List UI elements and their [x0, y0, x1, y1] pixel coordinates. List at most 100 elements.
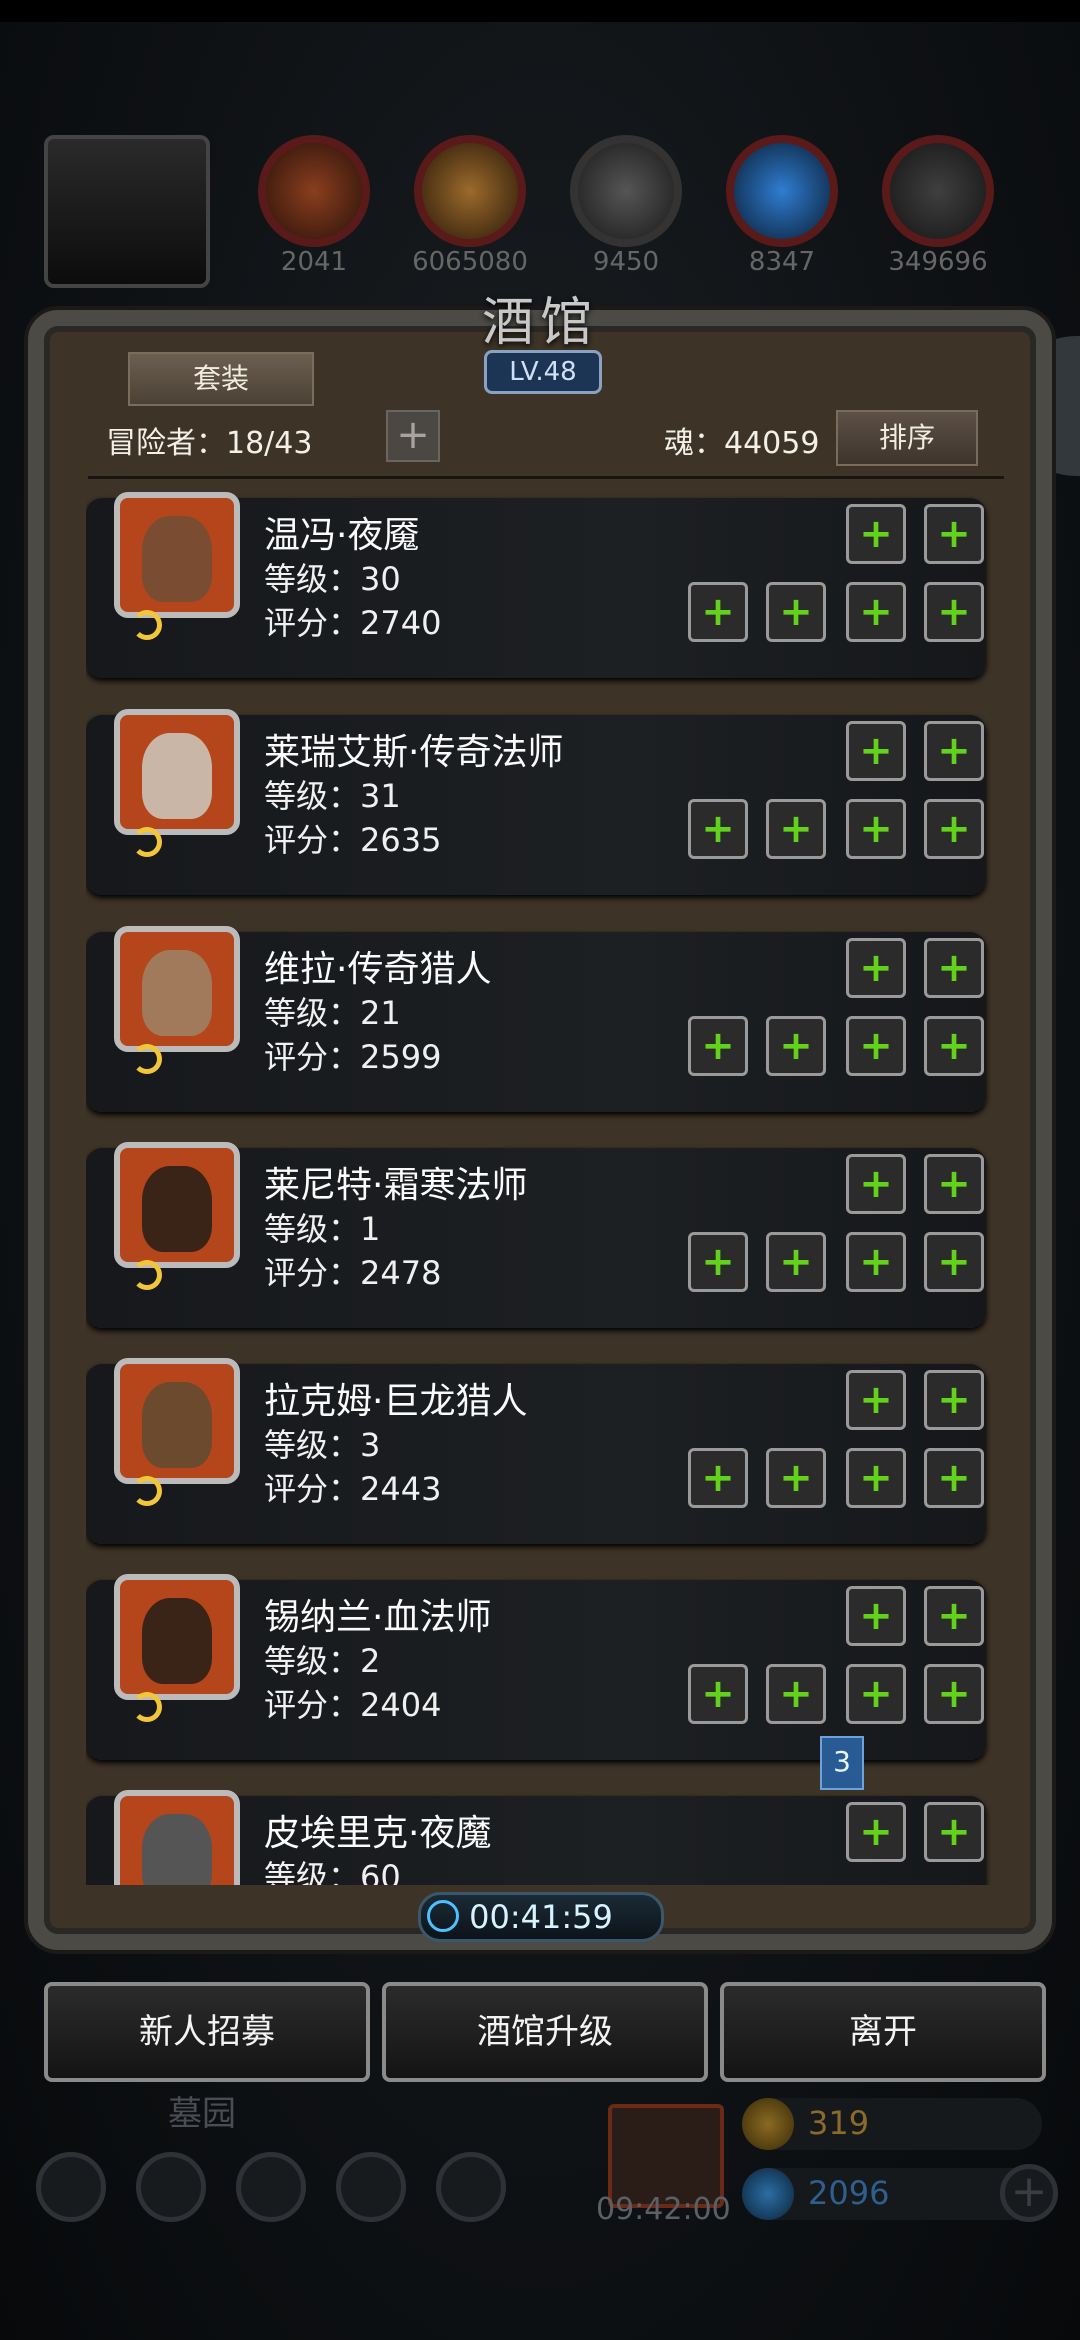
hero-card[interactable]: 莱瑞艾斯·传奇法师 等级：31 评分：2635 + + + + + + — [86, 709, 986, 895]
armor-slot-icon[interactable]: + — [846, 504, 906, 564]
gem-pill: 2096 — [742, 2168, 1042, 2220]
hero-level: 等级：1 — [264, 1210, 381, 1248]
armor-slot-icon[interactable]: + — [924, 721, 984, 781]
armor-slot-icon[interactable]: + — [846, 721, 906, 781]
moon-rank-icon — [132, 1260, 162, 1290]
ring-slot-icon[interactable]: + — [924, 582, 984, 642]
armor-slot-icon[interactable]: + — [924, 1370, 984, 1430]
gem-amount: 2096 — [808, 2174, 890, 2212]
clock-icon — [427, 1900, 459, 1932]
equipment-set-tab[interactable]: 套装 — [128, 352, 314, 406]
crystal-resource-icon — [726, 135, 838, 247]
hero-name: 锡纳兰·血法师 — [264, 1597, 492, 1638]
gift-timer: 09:42:00 — [596, 2192, 731, 2227]
chest-slot-icon[interactable]: + — [766, 1664, 826, 1724]
armor-slot-icon[interactable]: + — [846, 1154, 906, 1214]
hero-list[interactable]: 温冯·夜魇 等级：30 评分：2740 + + + + + + 莱瑞艾斯·传奇法… — [86, 490, 1014, 1885]
hero-avatar[interactable] — [114, 1574, 240, 1700]
quest-icon[interactable] — [136, 2152, 206, 2222]
chest-slot-icon[interactable]: + — [766, 582, 826, 642]
hero-card[interactable]: 拉克姆·巨龙猎人 等级：3 评分：2443 + + + + + + — [86, 1358, 986, 1544]
ring-slot-icon[interactable]: + — [846, 799, 906, 859]
ring-slot-icon[interactable]: + — [846, 1664, 906, 1724]
ring-slot-icon[interactable]: + — [846, 1232, 906, 1292]
hero-card[interactable]: 温冯·夜魇 等级：30 评分：2740 + + + + + + — [86, 492, 986, 678]
ring-slot-icon[interactable]: + — [924, 799, 984, 859]
hero-card[interactable]: 莱尼特·霜寒法师 等级：1 评分：2478 + + + + + + — [86, 1142, 986, 1328]
castle-icon[interactable] — [236, 2152, 306, 2222]
ring-slot-icon[interactable]: + — [924, 1232, 984, 1292]
gem-icon — [742, 2168, 794, 2220]
hero-score: 评分：2635 — [264, 821, 442, 859]
armor-slot-icon[interactable]: + — [924, 938, 984, 998]
hero-score: 评分：2443 — [264, 1470, 442, 1508]
leave-button[interactable]: 离开 — [720, 1982, 1046, 2082]
armor-slot-icon[interactable]: + — [924, 1586, 984, 1646]
hero-avatar[interactable] — [114, 709, 240, 835]
tavern-panel: 酒馆 LV.48 套装 冒险者：18/43 + 魂：44059 排序 温冯·夜魇… — [28, 280, 1052, 1950]
armor-slot-icon[interactable]: + — [924, 1154, 984, 1214]
hero-avatar[interactable] — [114, 1142, 240, 1268]
header-divider — [88, 476, 1004, 479]
hero-name: 温冯·夜魇 — [264, 515, 420, 556]
chest-slot-icon[interactable]: + — [766, 1448, 826, 1508]
chest-slot-icon[interactable]: + — [766, 1016, 826, 1076]
hero-level: 等级：30 — [264, 560, 401, 598]
chest-slot-icon[interactable]: + — [766, 1232, 826, 1292]
player-portrait[interactable] — [44, 135, 210, 288]
hero-score: 评分：2740 — [264, 604, 442, 642]
hero-card[interactable]: 锡纳兰·血法师 等级：2 评分：2404 + + + + + + — [86, 1574, 986, 1760]
weapon-slot-icon[interactable]: + — [688, 1448, 748, 1508]
upgrade-tavern-button[interactable]: 酒馆升级 — [382, 1982, 708, 2082]
add-adventurer-slot-button[interactable]: + — [386, 410, 440, 462]
moon-rank-icon — [132, 1692, 162, 1722]
hero-card[interactable]: 皮埃里克·夜魔 等级：60 + + — [86, 1790, 986, 1885]
hero-avatar[interactable] — [114, 1790, 240, 1885]
meat-resource-count: 2041 — [280, 247, 348, 277]
add-currency-icon[interactable]: + — [1000, 2164, 1058, 2222]
ring-slot-icon[interactable]: + — [924, 1016, 984, 1076]
meat-resource-icon — [258, 135, 370, 247]
hero-level: 等级：3 — [264, 1426, 381, 1464]
hero-score: 评分：2599 — [264, 1038, 442, 1076]
hero-name: 维拉·传奇猎人 — [264, 949, 492, 990]
hero-score: 评分：2404 — [264, 1686, 442, 1724]
hero-level: 等级：60 — [264, 1858, 401, 1885]
ring-slot-icon[interactable]: + — [846, 1016, 906, 1076]
settings-icon[interactable] — [36, 2152, 106, 2222]
hero-name: 莱瑞艾斯·传奇法师 — [264, 732, 564, 773]
iron-resource-count: 9450 — [592, 247, 660, 277]
weapon-slot-icon[interactable]: + — [688, 1664, 748, 1724]
hero-level: 等级：31 — [264, 777, 401, 815]
chest-slot-icon[interactable]: + — [766, 799, 826, 859]
hero-card[interactable]: 维拉·传奇猎人 等级：21 评分：2599 + + + + + + — [86, 926, 986, 1112]
hero-level: 等级：21 — [264, 994, 401, 1032]
weapon-slot-icon[interactable]: + — [688, 1232, 748, 1292]
mail-icon[interactable] — [336, 2152, 406, 2222]
hero-avatar[interactable] — [114, 1358, 240, 1484]
ring-slot-icon[interactable]: + — [924, 1664, 984, 1724]
hero-name: 拉克姆·巨龙猎人 — [264, 1381, 528, 1422]
weapon-slot-icon[interactable]: + — [688, 1016, 748, 1076]
armor-slot-icon[interactable]: + — [846, 1802, 906, 1862]
shop-icon[interactable] — [436, 2152, 506, 2222]
weapon-slot-icon[interactable]: + — [688, 582, 748, 642]
armor-slot-icon[interactable]: + — [846, 1370, 906, 1430]
moon-rank-icon — [132, 1476, 162, 1506]
recruit-button[interactable]: 新人招募 — [44, 1982, 370, 2082]
ring-slot-icon[interactable]: + — [924, 1448, 984, 1508]
ring-slot-icon[interactable]: + — [846, 582, 906, 642]
armor-slot-icon[interactable]: + — [846, 938, 906, 998]
hero-name: 皮埃里克·夜魔 — [264, 1813, 492, 1854]
armor-slot-icon[interactable]: + — [924, 1802, 984, 1862]
stone-resource-count: 349696 — [888, 247, 988, 277]
hero-level: 等级：2 — [264, 1642, 381, 1680]
weapon-slot-icon[interactable]: + — [688, 799, 748, 859]
location-label: 墓园 — [168, 2094, 236, 2134]
armor-slot-icon[interactable]: + — [924, 504, 984, 564]
armor-slot-icon[interactable]: + — [846, 1586, 906, 1646]
hero-avatar[interactable] — [114, 492, 240, 618]
ring-slot-icon[interactable]: + — [846, 1448, 906, 1508]
hero-avatar[interactable] — [114, 926, 240, 1052]
sort-button[interactable]: 排序 — [836, 410, 978, 466]
